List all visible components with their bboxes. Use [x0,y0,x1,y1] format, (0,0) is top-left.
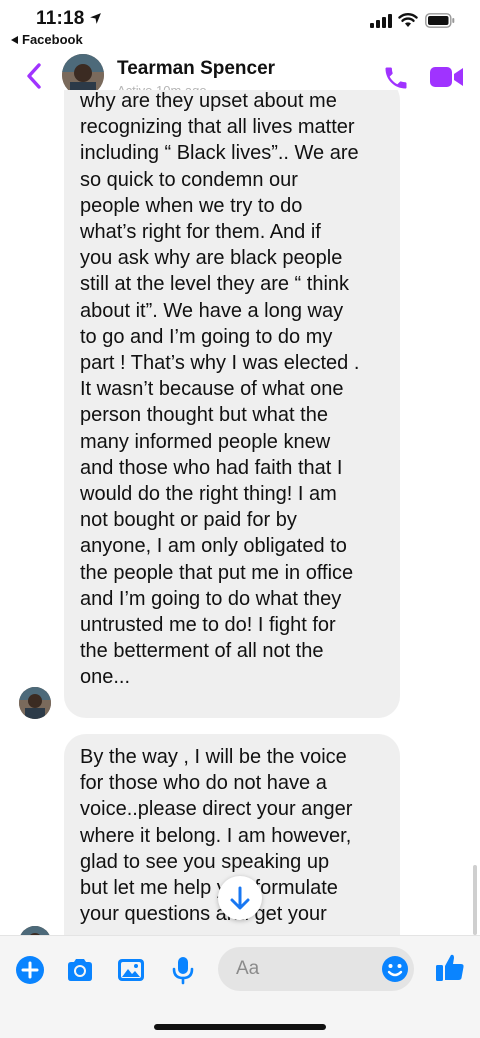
avatar-photo [19,926,51,935]
battery-icon [425,13,455,28]
cellular-signal-icon [370,14,392,28]
camera-icon[interactable] [65,955,95,985]
wifi-icon [398,13,418,27]
back-app-label: Facebook [22,32,83,47]
back-triangle-icon [11,36,18,44]
emoji-icon[interactable] [380,954,410,984]
contact-name: Tearman Spencer [117,58,276,79]
location-arrow-icon [90,13,101,24]
status-time: 11:18 [36,8,85,29]
sender-avatar[interactable] [19,687,51,719]
back-chevron-icon[interactable] [24,62,44,90]
arrow-down-icon [230,886,250,910]
message-bubble[interactable]: why are they upset about me recognizing … [64,90,400,718]
home-indicator[interactable] [154,1024,326,1030]
message-composer: Aa [0,935,480,1038]
video-camera-icon[interactable] [430,66,464,88]
message-input[interactable]: Aa [218,947,414,991]
phone-icon[interactable] [382,64,410,92]
sender-avatar[interactable] [19,926,51,935]
microphone-icon[interactable] [168,955,198,985]
plus-icon[interactable] [15,955,45,985]
jump-to-latest-button[interactable] [218,876,262,920]
photo-icon[interactable] [116,955,146,985]
message-list[interactable]: why are they upset about me recognizing … [0,90,480,935]
scroll-indicator[interactable] [473,865,477,935]
back-to-app-link[interactable]: Facebook [11,32,83,47]
status-bar: 11:18 Facebook [0,0,480,52]
message-input-placeholder: Aa [236,958,260,979]
like-thumbs-up-icon[interactable] [434,952,466,984]
avatar-photo [19,687,51,719]
